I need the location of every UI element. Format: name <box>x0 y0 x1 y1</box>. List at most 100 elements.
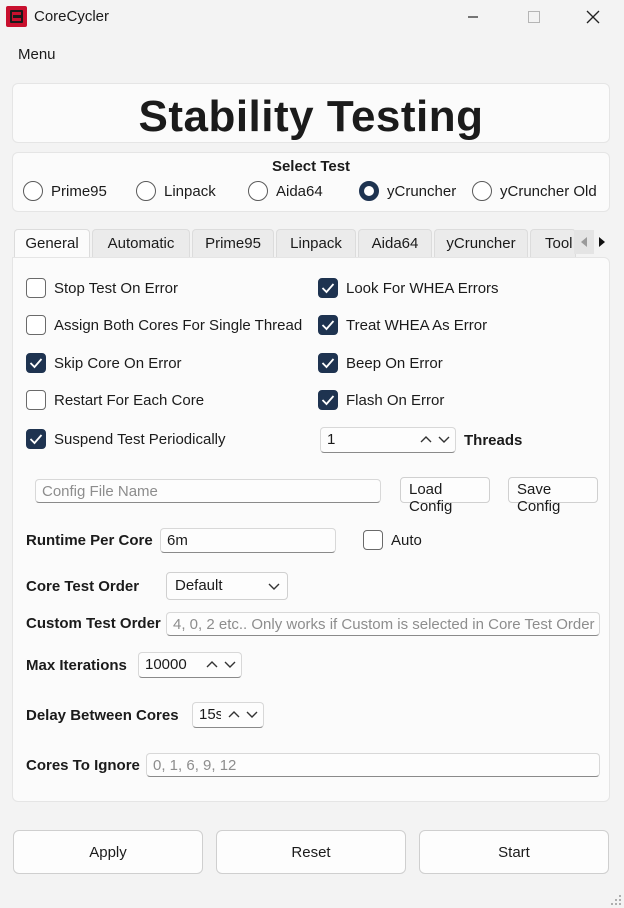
header-card: Stability Testing <box>12 83 610 143</box>
runtime-per-core-input[interactable]: 6m <box>160 528 336 553</box>
checkbox-box[interactable] <box>26 315 46 335</box>
checkbox-flash-on-error[interactable]: Flash On Error <box>318 390 444 410</box>
checkbox-box[interactable] <box>318 315 338 335</box>
checkmark-icon <box>321 358 335 369</box>
checkbox-restart-for-each-core[interactable]: Restart For Each Core <box>26 390 204 410</box>
tab-scroll-left-button[interactable] <box>574 230 594 254</box>
checkbox-beep-on-error[interactable]: Beep On Error <box>318 353 443 373</box>
menu-item[interactable]: Menu <box>18 46 56 63</box>
config-file-input[interactable]: Config File Name <box>35 479 381 503</box>
checkmark-icon <box>29 434 43 445</box>
checkbox-box[interactable] <box>26 390 46 410</box>
radio-label: yCruncher <box>387 182 457 200</box>
spin-down-icon[interactable] <box>437 430 451 448</box>
checkbox-box[interactable] <box>363 530 383 550</box>
maximize-icon <box>528 11 540 23</box>
window-title: CoreCycler <box>34 8 110 25</box>
app-icon <box>6 6 27 27</box>
radio-ycruncher[interactable]: yCruncher <box>359 181 456 201</box>
checkmark-icon <box>321 395 335 406</box>
checkbox-label: Flash On Error <box>346 391 445 409</box>
checkbox-box[interactable] <box>318 390 338 410</box>
checkbox-assign-both-cores[interactable]: Assign Both Cores For Single Thread <box>26 315 302 335</box>
tab-scroll-right-button[interactable] <box>592 230 612 254</box>
radio-prime95[interactable]: Prime95 <box>23 181 107 201</box>
radio-label: Prime95 <box>51 182 107 200</box>
radio-ycruncher-old[interactable]: yCruncher Old <box>472 181 597 201</box>
checkbox-auto[interactable]: Auto <box>363 530 422 550</box>
checkbox-look-for-whea-errors[interactable]: Look For WHEA Errors <box>318 278 499 298</box>
spin-up-icon[interactable] <box>227 705 241 723</box>
save-config-button[interactable]: Save Config <box>508 477 598 515</box>
radio-label: Aida64 <box>276 182 323 200</box>
radio-circle-selected[interactable] <box>359 181 379 201</box>
checkbox-label: Auto <box>391 531 422 549</box>
checkmark-icon <box>321 283 335 294</box>
max-iterations-label: Max Iterations <box>26 657 127 674</box>
tab-general[interactable]: General <box>14 229 90 259</box>
delay-between-cores-spinbox[interactable]: 15s <box>192 702 264 728</box>
core-test-order-dropdown[interactable]: Default <box>166 572 288 600</box>
radio-circle[interactable] <box>248 181 268 201</box>
maximize-button[interactable] <box>511 0 557 34</box>
chevron-down-icon <box>268 583 280 590</box>
checkmark-icon <box>29 358 43 369</box>
tab-ycruncher[interactable]: yCruncher <box>434 229 528 257</box>
custom-test-order-label: Custom Test Order <box>26 615 161 632</box>
radio-circle[interactable] <box>136 181 156 201</box>
checkmark-icon <box>321 320 335 331</box>
radio-label: Linpack <box>164 182 216 200</box>
tab-tool[interactable]: Tool <box>530 229 576 257</box>
checkbox-box[interactable] <box>26 353 46 373</box>
select-test-title: Select Test <box>271 158 351 175</box>
select-test-card: Select Test Prime95 Linpack Aida64 yCrun… <box>12 152 610 212</box>
checkbox-label: Restart For Each Core <box>54 391 205 409</box>
checkbox-box[interactable] <box>26 278 46 298</box>
runtime-per-core-label: Runtime Per Core <box>26 532 153 549</box>
checkbox-label: Treat WHEA As Error <box>346 316 488 334</box>
checkbox-label: Skip Core On Error <box>54 354 182 372</box>
tab-aida64[interactable]: Aida64 <box>358 229 432 257</box>
spin-up-icon[interactable] <box>205 655 219 673</box>
checkbox-label: Stop Test On Error <box>54 279 178 297</box>
max-iterations-value: 10000 <box>145 656 187 673</box>
resize-grip-icon[interactable] <box>610 894 622 906</box>
reset-button[interactable]: Reset <box>216 830 406 874</box>
checkbox-stop-test-on-error[interactable]: Stop Test On Error <box>26 278 178 298</box>
spin-down-icon[interactable] <box>245 705 259 723</box>
apply-button[interactable]: Apply <box>13 830 203 874</box>
tab-prime95[interactable]: Prime95 <box>192 229 274 257</box>
minimize-button[interactable] <box>450 0 496 34</box>
radio-circle[interactable] <box>472 181 492 201</box>
cores-to-ignore-input[interactable]: 0, 1, 6, 9, 12 <box>146 753 600 777</box>
load-config-button[interactable]: Load Config <box>400 477 490 515</box>
page-title: Stability Testing <box>138 92 484 141</box>
cores-to-ignore-label: Cores To Ignore <box>26 757 140 774</box>
max-iterations-spinbox[interactable]: 10000 <box>138 652 242 678</box>
threads-label: Threads <box>464 432 523 449</box>
custom-test-order-input[interactable]: 4, 0, 2 etc.. Only works if Custom is se… <box>166 612 600 636</box>
tab-automatic[interactable]: Automatic <box>92 229 190 257</box>
threads-spinbox[interactable]: 1 <box>320 427 456 453</box>
tab-linpack[interactable]: Linpack <box>276 229 356 257</box>
checkbox-box[interactable] <box>318 278 338 298</box>
checkbox-treat-whea-as-error[interactable]: Treat WHEA As Error <box>318 315 487 335</box>
chevron-right-icon <box>599 237 605 247</box>
dropdown-value: Default <box>175 577 223 594</box>
minimize-icon <box>468 16 478 18</box>
checkbox-box[interactable] <box>26 429 46 449</box>
close-button[interactable] <box>570 0 616 34</box>
radio-linpack[interactable]: Linpack <box>136 181 216 201</box>
checkbox-skip-core-on-error[interactable]: Skip Core On Error <box>26 353 182 373</box>
checkbox-label: Suspend Test Periodically <box>54 430 226 448</box>
spin-down-icon[interactable] <box>223 655 237 673</box>
spin-up-icon[interactable] <box>419 430 433 448</box>
radio-aida64[interactable]: Aida64 <box>248 181 323 201</box>
radio-circle[interactable] <box>23 181 43 201</box>
checkbox-box[interactable] <box>318 353 338 373</box>
chevron-left-icon <box>581 237 587 247</box>
checkbox-suspend-test-periodically[interactable]: Suspend Test Periodically <box>26 429 226 449</box>
checkbox-label: Beep On Error <box>346 354 443 372</box>
start-button[interactable]: Start <box>419 830 609 874</box>
title-bar: CoreCycler <box>0 0 624 34</box>
